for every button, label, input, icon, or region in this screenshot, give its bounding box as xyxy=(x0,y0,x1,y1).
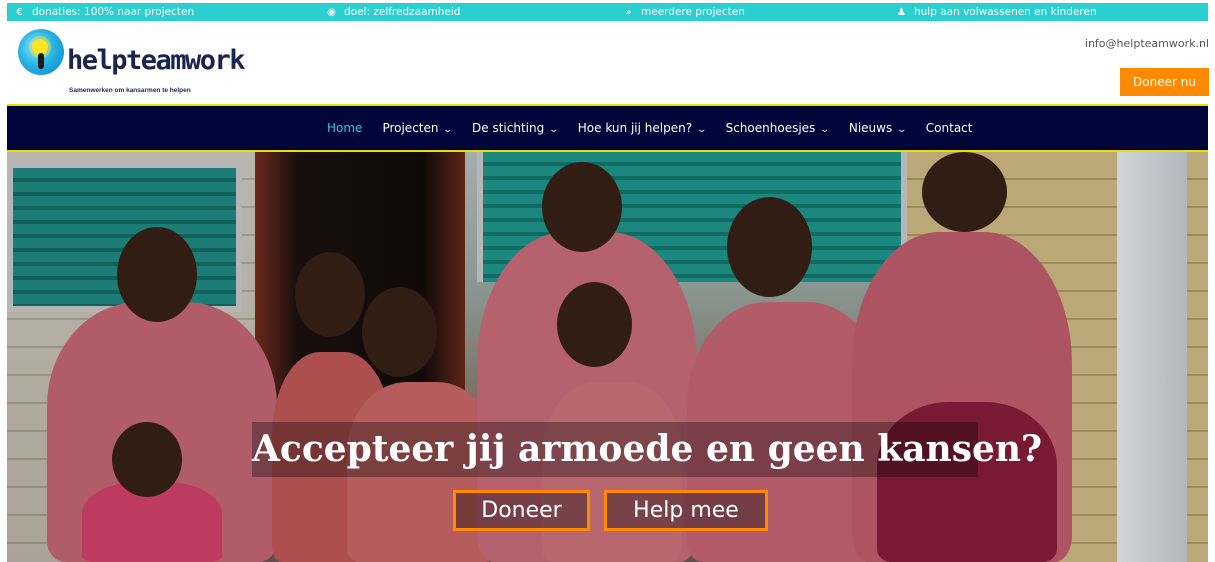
info-item-label: hulp aan volwassenen en kinderen xyxy=(914,6,1097,18)
help-mee-button[interactable]: Help mee xyxy=(604,490,768,531)
nav-item-label: Home xyxy=(327,121,363,135)
logo-wordmark: helpteamwork xyxy=(67,45,246,76)
nav-item-de-stichting[interactable]: De stichting ⌄ xyxy=(472,121,560,135)
chevron-down-icon: ⌄ xyxy=(548,125,560,135)
hero-headline: Accepteer jij armoede en geen kansen? xyxy=(252,422,1042,477)
hero-banner: Accepteer jij armoede en geen kansen? Do… xyxy=(7,152,1208,562)
doneer-button[interactable]: Doneer xyxy=(453,490,590,531)
info-item-projects: » meerdere projecten xyxy=(622,3,745,21)
logo-tagline: Samenwerken om kansarmen te helpen xyxy=(69,87,191,94)
info-item-goal: ◉ doel: zelfredzaamheid xyxy=(325,3,460,21)
nav-item-contact[interactable]: Contact xyxy=(926,121,973,135)
nav-item-projecten[interactable]: Projecten ⌄ xyxy=(382,121,454,135)
chevron-down-icon: ⌄ xyxy=(442,125,454,135)
chevron-down-icon: ⌄ xyxy=(696,125,708,135)
nav-item-schoenhoesjes[interactable]: Schoenhoesjes ⌄ xyxy=(725,121,831,135)
target-icon: ◉ xyxy=(327,7,336,18)
info-item-donations: € donaties: 100% naar projecten xyxy=(13,3,194,21)
nav-item-home[interactable]: Home xyxy=(327,121,362,135)
nav-item-nieuws[interactable]: Nieuws ⌄ xyxy=(848,121,908,135)
nav-item-label: Nieuws xyxy=(848,121,893,135)
chevron-down-icon: ⌄ xyxy=(819,125,831,135)
info-item-help: ♟ hulp aan volwassenen en kinderen xyxy=(895,3,1097,21)
site-header: helpteamwork Samenwerken om kansarmen te… xyxy=(0,21,1215,107)
main-navigation: Home Projecten ⌄ De stichting ⌄ Hoe kun ji… xyxy=(7,104,1208,152)
logo-badge-icon xyxy=(18,29,64,75)
people-icon: ♟ xyxy=(897,7,906,18)
nav-item-label: Contact xyxy=(925,121,973,135)
nav-menu: Home Projecten ⌄ De stichting ⌄ Hoe kun ji… xyxy=(327,106,992,150)
info-item-label: meerdere projecten xyxy=(641,6,745,18)
contact-email-link[interactable]: info@helpteamwork.nl xyxy=(1085,37,1209,50)
nav-item-label: Projecten xyxy=(382,121,439,135)
nav-item-label: Schoenhoesjes xyxy=(725,121,816,135)
info-item-label: doel: zelfredzaamheid xyxy=(344,6,461,18)
top-info-bar-strip: € donaties: 100% naar projecten ◉ doel: ze… xyxy=(7,3,1208,21)
info-item-label: donaties: 100% naar projecten xyxy=(32,6,195,18)
euro-icon: € xyxy=(16,7,23,18)
nav-item-label: De stichting xyxy=(472,121,545,135)
nav-item-hoe-kun-jij-helpen[interactable]: Hoe kun jij helpen? ⌄ xyxy=(577,121,708,135)
donate-now-button[interactable]: Doneer nu xyxy=(1120,68,1209,96)
site-logo[interactable]: helpteamwork Samenwerken om kansarmen te… xyxy=(15,27,246,103)
double-chevron-icon: » xyxy=(625,7,632,18)
figure-icon xyxy=(38,53,44,69)
chevron-down-icon: ⌄ xyxy=(896,125,908,135)
top-info-bar: € donaties: 100% naar projecten ◉ doel: ze… xyxy=(0,0,1215,21)
nav-item-label: Hoe kun jij helpen? xyxy=(577,121,693,135)
